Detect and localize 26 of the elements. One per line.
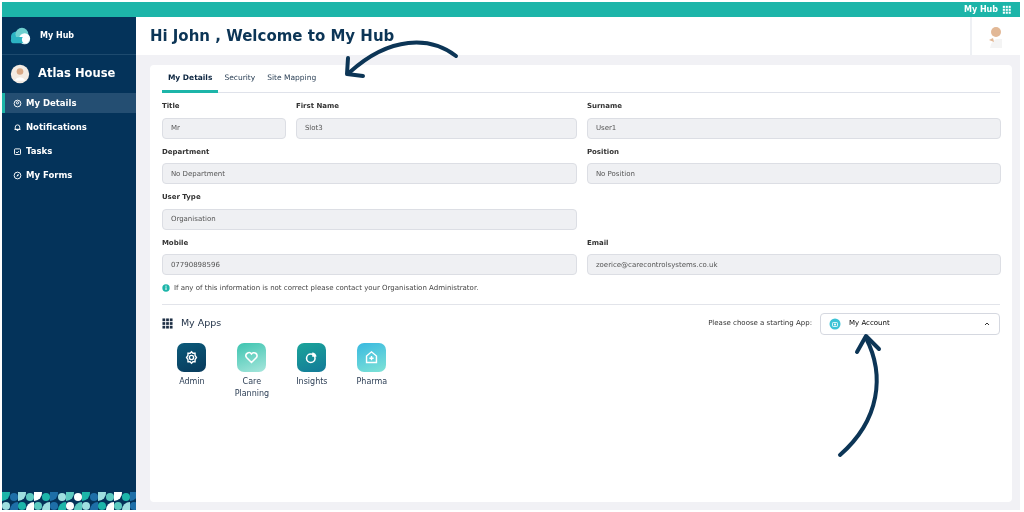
app-tile-icon[interactable] [297, 342, 327, 372]
app-label[interactable]: Admin [169, 375, 214, 388]
section-title: My Apps [180, 316, 222, 331]
page-title: Hi John , Welcome to My Hub [148, 27, 396, 45]
info-icon [161, 284, 170, 293]
nav-item[interactable]: Tasks [2, 141, 136, 161]
app-label[interactable]: Care Planning [229, 375, 274, 400]
camera-icon [829, 317, 841, 330]
user-icon [13, 98, 22, 108]
calendar-check-icon [13, 146, 22, 156]
app-title: My Hub [963, 3, 998, 16]
app-label[interactable]: Insights [289, 375, 334, 388]
grid-icon [161, 318, 173, 329]
nav-item[interactable]: Notifications [2, 117, 136, 137]
app-tile-icon[interactable] [177, 342, 207, 372]
bell-icon [13, 122, 22, 132]
brand-name: My Hub [40, 29, 75, 42]
grid-icon[interactable] [1002, 4, 1012, 15]
app-label[interactable]: Pharma [349, 375, 394, 388]
site-name: Atlas House [38, 65, 116, 83]
nav-item[interactable]: My Forms [2, 165, 136, 185]
nav-item[interactable]: My Details [2, 93, 136, 113]
compass-icon [13, 170, 22, 180]
app-tile-icon[interactable] [237, 342, 267, 372]
avatar-icon [10, 64, 30, 84]
app-tile-icon[interactable] [357, 342, 387, 372]
